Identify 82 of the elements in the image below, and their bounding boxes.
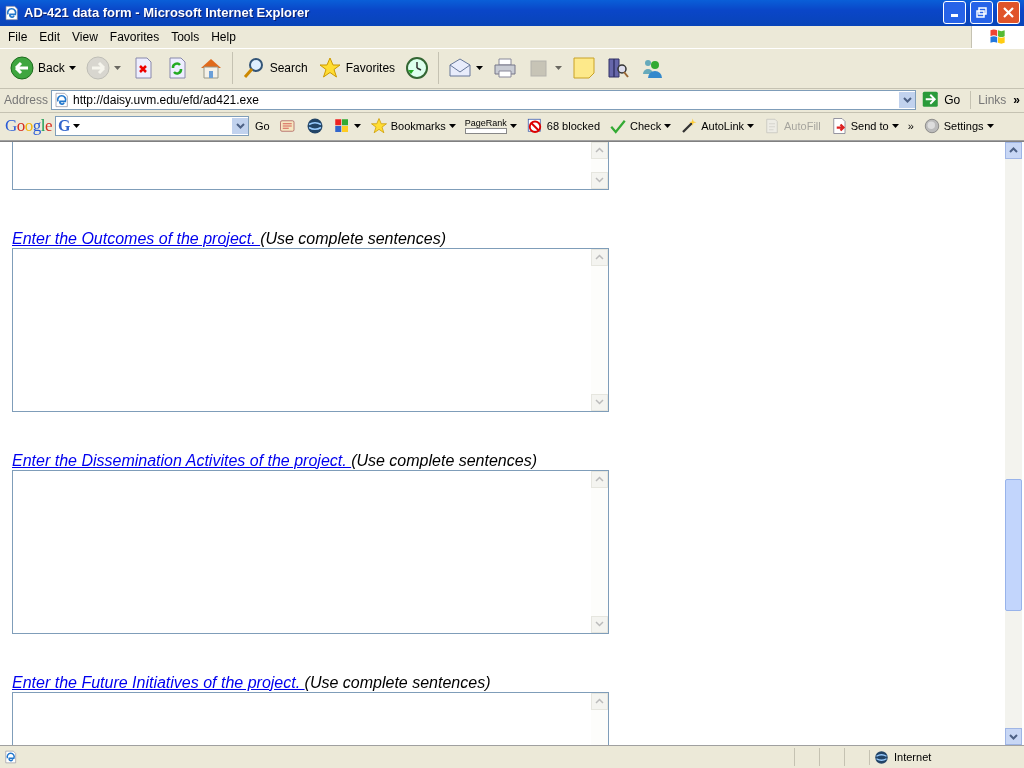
star-icon [317,56,342,81]
toolbar-button[interactable]: AutoLink [677,117,758,136]
links-label[interactable]: Links [974,93,1011,108]
go-button[interactable]: Go [919,91,972,110]
spell-check-icon [609,117,628,136]
window-title: AD-421 data form - Microsoft Internet Explorer [24,5,311,21]
page-scrollbar[interactable] [1005,141,1022,746]
dropdown-caret-icon[interactable] [448,124,456,129]
search-field[interactable]: G [55,116,250,137]
dropdown-caret-icon[interactable] [664,124,672,129]
address-label: Address [4,93,49,108]
minimize-button[interactable] [943,1,966,25]
menu-item[interactable]: Tools [165,27,206,46]
field-link[interactable]: Enter the Dissemination Activites of the project. [12,451,352,469]
scroll-up-button[interactable] [1005,141,1022,159]
chevron-down-icon [1009,733,1018,740]
printer-icon [493,56,518,81]
dropdown-button[interactable] [899,92,916,109]
page-icon [54,92,71,109]
pagerank-bar [464,128,507,135]
dropdown-caret-icon[interactable] [509,124,517,129]
g-logo-icon: G [58,117,71,136]
dropdown-caret-icon[interactable] [986,124,994,129]
field-label: Enter the Future Initiatives of the project. (Use complete sentences) [12,673,492,692]
chevron-down-icon [595,177,604,184]
field-label: Enter the Dissemination Activites of the project. (Use complete sentences) [12,451,538,470]
chevron-down-icon [595,621,604,628]
scroll-down-button[interactable] [1005,728,1022,746]
settings-icon [922,117,941,136]
address-field[interactable]: http://daisy.uvm.edu/efd/ad421.exe [51,90,917,111]
dropdown-button[interactable] [232,118,249,135]
dropdown-caret-icon[interactable] [891,124,899,129]
chevron-up-icon [1009,147,1018,154]
chevron-up-icon [595,698,604,705]
toolbar-button[interactable]: Favorites [313,54,400,83]
dropdown-caret-icon[interactable] [68,66,76,71]
chevron-down-icon [235,123,245,130]
page-icon [4,750,18,765]
menu-item[interactable]: Edit [33,27,67,46]
history-clock-icon [405,56,430,81]
restore-button[interactable] [970,1,993,25]
restore-icon [976,7,987,19]
toolbar-button[interactable]: Check [606,117,675,136]
close-icon [1003,7,1014,19]
toolbar-button[interactable]: Back [6,54,80,83]
close-button[interactable] [997,1,1020,25]
menu-item[interactable]: File [2,27,34,46]
note-icon [572,56,597,81]
globe-icon [305,117,324,136]
security-zone-label: Internet [894,751,932,764]
globe-icon [874,749,889,765]
chevron-down-icon [902,97,912,104]
menu-item[interactable]: Help [205,27,242,46]
toolbar-button[interactable]: » [904,120,917,133]
more-links-button[interactable]: » [1013,93,1024,108]
dropdown-caret-icon[interactable] [353,124,361,129]
toolbar-button[interactable]: Search [237,54,312,83]
toolbar-button[interactable]: 68 blocked [522,117,604,136]
go-button[interactable]: Go [252,120,273,133]
scrollbar-thumb[interactable] [1005,478,1022,611]
google-logo: Google [5,116,53,137]
chevron-up-icon [595,476,604,483]
page-icon [4,4,20,21]
chevron-up-icon [595,147,604,154]
toolbar-button[interactable]: PageRank [461,118,520,135]
chevron-up-icon [595,254,604,261]
menu-item[interactable]: View [66,27,104,46]
chevron-down-icon [595,399,604,406]
blocked-popup-icon [525,117,544,136]
dropdown-caret-icon[interactable] [72,124,80,129]
toolbar-button[interactable]: Bookmarks [366,117,459,136]
books-magnifier-icon [606,56,631,81]
field-link[interactable]: Enter the Outcomes of the project. [12,229,261,247]
star-icon [369,117,388,136]
dropdown-caret-icon[interactable] [476,66,484,71]
dropdown-caret-icon[interactable] [747,124,755,129]
field-link[interactable]: Enter the Future Initiatives of the project. [12,673,305,691]
field-label: Enter the Outcomes of the project. (Use complete sentences) [12,229,447,248]
search-icon [241,56,266,81]
menu-item[interactable]: Favorites [103,27,166,46]
toolbar-button[interactable]: Send to [826,117,902,136]
toolbar-button[interactable]: Settings [919,117,997,136]
